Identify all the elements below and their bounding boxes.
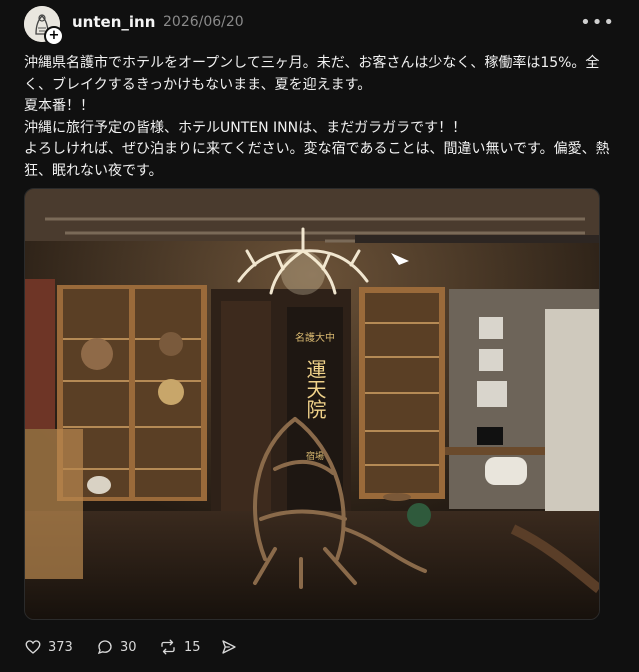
follow-plus-icon[interactable]: + — [44, 26, 64, 46]
post-paragraph: 沖縄に旅行予定の皆様、ホテルUNTEN INNは、まだガラガラです！！ — [24, 119, 467, 136]
share-button[interactable] — [220, 636, 244, 658]
reply-button[interactable]: 30 — [96, 636, 137, 658]
like-button[interactable]: 373 — [24, 636, 73, 658]
hotel-lobby-illustration: 名護大中 運天院 宿場 — [25, 189, 599, 619]
post-image[interactable]: 名護大中 運天院 宿場 — [24, 188, 600, 620]
post: + unten_inn 2026/06/20 ••• 沖縄県名護市でホテルをオー… — [0, 0, 639, 672]
post-paragraph: 沖縄県名護市でホテルをオープンして三ヶ月。未だ、お客さんは少なく、稼働率は15%… — [24, 55, 600, 93]
door-sign-large: 運天院 — [303, 359, 327, 419]
door-sign-small: 名護大中 — [295, 331, 335, 344]
repost-icon — [161, 639, 175, 655]
repost-count: 15 — [184, 639, 201, 655]
heart-icon — [25, 640, 41, 654]
door-sign-bottom: 宿場 — [306, 450, 324, 462]
send-icon — [222, 640, 236, 654]
post-paragraph: 夏本番！！ — [24, 98, 94, 114]
comment-icon — [97, 640, 112, 655]
more-options-icon[interactable]: ••• — [580, 12, 615, 33]
reply-count: 30 — [120, 639, 137, 655]
like-count: 373 — [48, 639, 73, 655]
post-text: 沖縄県名護市でホテルをオープンして三ヶ月。未だ、お客さんは少なく、稼働率は15%… — [24, 53, 616, 182]
avatar[interactable]: + — [24, 6, 64, 46]
username[interactable]: unten_inn — [72, 13, 155, 31]
post-date: 2026/06/20 — [163, 14, 244, 30]
post-paragraph: よろしければ、ぜひ泊まりに来てください。変な宿であることは、間違い無いです。偏愛… — [24, 141, 610, 179]
repost-button[interactable]: 15 — [158, 636, 201, 658]
